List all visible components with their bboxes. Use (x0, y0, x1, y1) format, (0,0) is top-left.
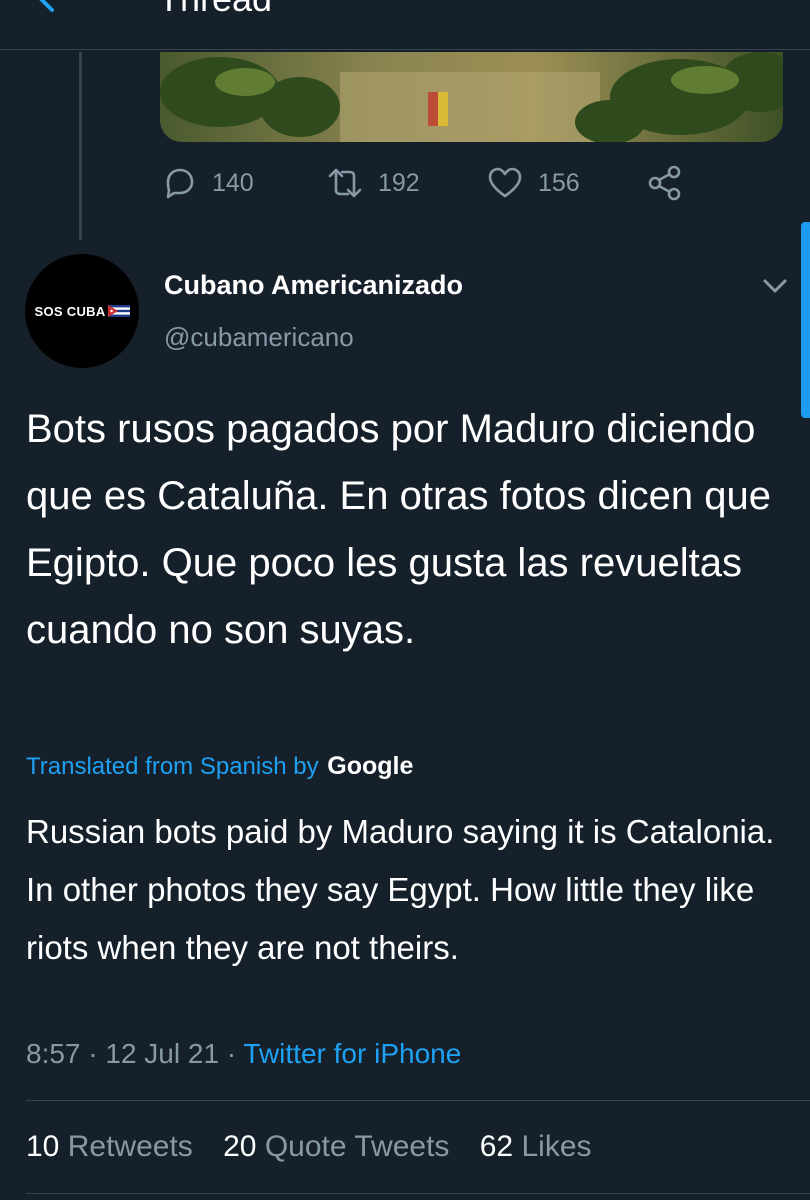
back-button[interactable] (34, 0, 78, 16)
tweet-source-link[interactable]: Twitter for iPhone (243, 1038, 461, 1069)
reply-count: 140 (212, 168, 254, 197)
quote-tweets-stat[interactable]: 20 Quote Tweets (223, 1130, 449, 1163)
translated-label: Translated from Spanish by (26, 753, 319, 780)
chevron-down-icon (763, 279, 787, 293)
share-button[interactable] (646, 164, 684, 202)
author-display-name[interactable]: Cubano Americanizado (164, 270, 463, 301)
tweet-options-button[interactable] (760, 274, 790, 298)
share-icon (648, 165, 681, 201)
page-title: Thread (158, 0, 272, 20)
retweet-count: 192 (378, 168, 420, 197)
heart-icon (488, 167, 522, 198)
scrollbar-thumb[interactable] (801, 222, 810, 418)
divider (26, 1100, 810, 1101)
tweet-timestamp: 8:57 · 12 Jul 21 · (26, 1038, 237, 1069)
avatar-label: SOS CUBA (34, 303, 106, 319)
retweets-stat[interactable]: 10 Retweets (26, 1130, 193, 1163)
back-arrow-icon (39, 0, 54, 12)
engagement-stats: 10 Retweets 20 Quote Tweets 62 Likes (26, 1130, 614, 1164)
tweet-meta: 8:57 · 12 Jul 21 · Twitter for iPhone (26, 1038, 461, 1070)
divider (26, 1193, 810, 1194)
top-bar: Thread (0, 0, 810, 50)
quote-tweets-count: 20 (223, 1130, 257, 1163)
retweets-label: Retweets (67, 1130, 193, 1163)
author-handle[interactable]: @cubamericano (164, 322, 354, 353)
likes-label: Likes (521, 1130, 592, 1163)
likes-count: 62 (479, 1130, 514, 1163)
thread-connector-line (79, 52, 82, 240)
reply-icon (166, 168, 194, 199)
like-button[interactable]: 156 (486, 164, 580, 202)
likes-stat[interactable]: 62 Likes (480, 1130, 592, 1163)
avatar[interactable]: SOS CUBA (25, 254, 139, 368)
tweet-body: Bots rusos pagados por Maduro diciendo q… (26, 407, 771, 652)
retweet-button[interactable]: 192 (326, 164, 420, 202)
like-count: 156 (538, 168, 580, 197)
retweets-count: 10 (26, 1130, 60, 1163)
google-logo: Google (327, 752, 414, 780)
crowd-photo (160, 52, 783, 142)
reply-button[interactable]: 140 (160, 164, 254, 202)
quote-tweets-label: Quote Tweets (264, 1130, 450, 1163)
tweet-thread-screen: Thread (0, 0, 810, 1200)
tweet-translation: Russian bots paid by Maduro saying it is… (26, 813, 775, 966)
previous-tweet-image[interactable] (160, 52, 783, 142)
cuban-flag-icon (107, 305, 130, 317)
translation-attribution[interactable]: Translated from Spanish by Google (26, 752, 413, 781)
retweet-icon (328, 168, 362, 198)
